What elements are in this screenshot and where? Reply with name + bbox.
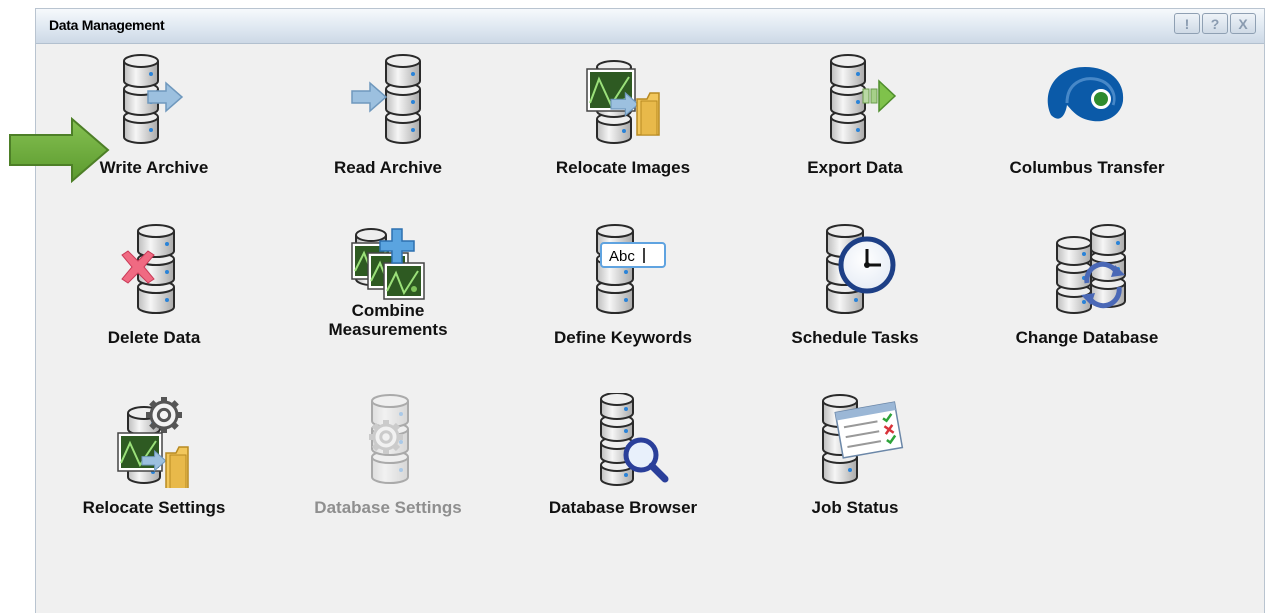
read-archive-tile[interactable]: Read Archive bbox=[273, 43, 503, 193]
columbus-transfer-tile[interactable]: Columbus Transfer bbox=[972, 43, 1202, 193]
help-button[interactable]: ? bbox=[1202, 13, 1228, 34]
schedule-tasks-icon bbox=[826, 224, 896, 314]
relocate-images-icon bbox=[586, 60, 660, 144]
delete-data-tile[interactable]: Delete Data bbox=[39, 213, 269, 363]
database-settings-icon bbox=[369, 394, 409, 484]
job-status-icon bbox=[822, 394, 904, 484]
database-browser-icon bbox=[600, 393, 669, 486]
export-data-tile[interactable]: Export Data bbox=[740, 43, 970, 193]
relocate-images-label: Relocate Images bbox=[555, 158, 691, 177]
relocate-images-tile[interactable]: Relocate Images bbox=[508, 43, 738, 193]
alert-button[interactable]: ! bbox=[1174, 13, 1200, 34]
relocate-settings-tile[interactable]: Relocate Settings bbox=[39, 383, 269, 533]
combine-measurements-label: Combine Measurements bbox=[328, 301, 448, 339]
relocate-settings-icon bbox=[117, 397, 189, 488]
keyword-sample-text: Abc bbox=[609, 248, 635, 265]
write-archive-icon bbox=[123, 54, 184, 144]
delete-data-label: Delete Data bbox=[107, 328, 201, 347]
green-arrow-icon bbox=[9, 117, 110, 183]
database-browser-tile[interactable]: Database Browser bbox=[508, 383, 738, 533]
job-status-label: Job Status bbox=[811, 498, 899, 517]
window-title: Data Management bbox=[49, 17, 165, 33]
define-keywords-label: Define Keywords bbox=[554, 328, 692, 347]
export-data-icon bbox=[830, 54, 897, 144]
relocate-settings-label: Relocate Settings bbox=[82, 498, 226, 517]
export-data-label: Export Data bbox=[807, 158, 903, 177]
job-status-tile[interactable]: Job Status bbox=[740, 383, 970, 533]
close-button[interactable]: X bbox=[1230, 13, 1256, 34]
columbus-transfer-label: Columbus Transfer bbox=[1009, 158, 1165, 177]
change-database-icon bbox=[1056, 224, 1126, 314]
delete-data-icon bbox=[121, 224, 175, 314]
schedule-tasks-tile[interactable]: Schedule Tasks bbox=[740, 213, 970, 363]
database-browser-label: Database Browser bbox=[548, 498, 698, 517]
define-keywords-icon: Abc bbox=[596, 224, 666, 314]
change-database-label: Change Database bbox=[1015, 328, 1159, 347]
window-controls: ! ? X bbox=[1172, 13, 1256, 34]
columbus-transfer-icon bbox=[1047, 67, 1124, 122]
read-archive-label: Read Archive bbox=[333, 158, 443, 177]
database-settings-tile: Database Settings bbox=[273, 383, 503, 533]
schedule-tasks-label: Schedule Tasks bbox=[791, 328, 919, 347]
action-grid: Write Archive Read Archive Relocate Imag… bbox=[36, 43, 1264, 613]
define-keywords-tile[interactable]: Abc Define Keywords bbox=[508, 213, 738, 363]
change-database-tile[interactable]: Change Database bbox=[972, 213, 1202, 363]
title-bar: Data Management ! ? X bbox=[36, 9, 1264, 44]
read-archive-icon bbox=[351, 54, 421, 144]
data-management-window: Data Management ! ? X Write Archive Read… bbox=[35, 8, 1265, 613]
combine-measurements-tile[interactable]: Combine Measurements bbox=[273, 213, 503, 363]
database-settings-label: Database Settings bbox=[314, 498, 462, 517]
